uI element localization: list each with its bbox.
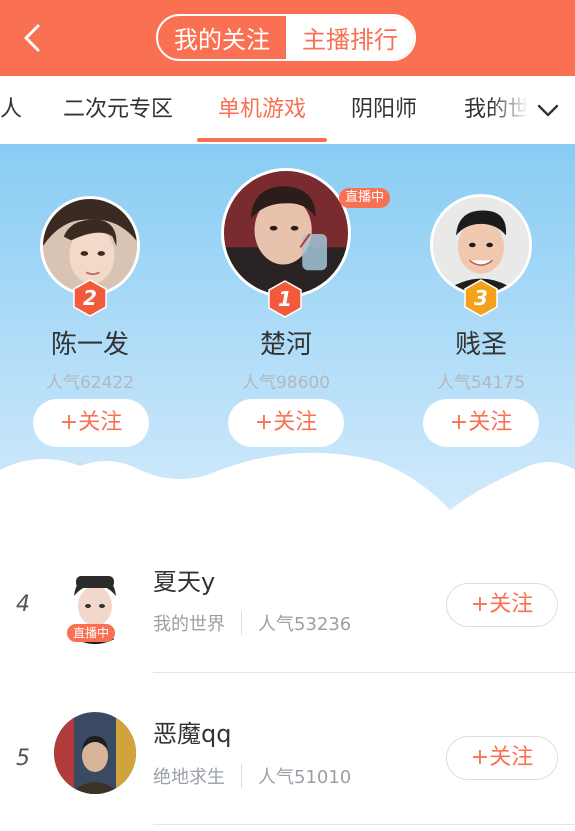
rank-number: 3 bbox=[474, 286, 488, 310]
popularity-count: 人气54175 bbox=[436, 373, 526, 393]
game-name: 我的世界 bbox=[153, 614, 225, 635]
streamer-name: 贱圣 bbox=[454, 330, 507, 360]
tab-item[interactable]: 阴阳师 bbox=[351, 76, 417, 144]
segment-following[interactable]: 我的关注 bbox=[158, 16, 286, 59]
segment-ranking[interactable]: 主播排行 bbox=[286, 16, 414, 59]
streamer-meta: 我的世界 人气53236 bbox=[153, 610, 351, 636]
popularity-count: 人气98600 bbox=[241, 373, 331, 393]
tab-item[interactable]: 人 bbox=[0, 76, 22, 144]
live-status-tag: 直播中 bbox=[67, 624, 116, 642]
streamer-name: 恶魔qq bbox=[153, 720, 232, 748]
ranking-row[interactable]: 5 恶魔qq 绝地求生 人气51010 +关注 bbox=[0, 672, 575, 825]
meta-separator bbox=[241, 611, 242, 635]
popularity-count: 人气62422 bbox=[45, 373, 135, 393]
rank-number: 4 bbox=[16, 592, 30, 617]
tab-item[interactable]: 二次元专区 bbox=[63, 76, 173, 144]
avatar-rank-1[interactable] bbox=[221, 168, 351, 298]
streamer-name: 夏天y bbox=[153, 568, 216, 596]
streamer-meta: 绝地求生 人气51010 bbox=[153, 763, 351, 789]
row-divider bbox=[153, 824, 575, 825]
streamer-name: 陈一发 bbox=[50, 330, 129, 360]
game-name: 绝地求生 bbox=[153, 767, 225, 788]
segmented-control: 我的关注 主播排行 bbox=[156, 14, 416, 61]
live-status-tag: 直播中 bbox=[339, 188, 391, 208]
back-chevron-icon[interactable] bbox=[14, 18, 54, 58]
popularity-count: 人气51010 bbox=[258, 767, 352, 788]
ranking-row[interactable]: 4 直播中 夏天y 我的世界 人气53236 +关注 bbox=[0, 520, 575, 673]
top-bar: 我的关注 主播排行 bbox=[0, 0, 575, 76]
popularity-count: 人气53236 bbox=[258, 614, 352, 635]
meta-separator bbox=[241, 764, 242, 788]
category-tabs: 人 二次元专区 单机游戏 阴阳师 我的世 bbox=[0, 76, 575, 144]
follow-button[interactable]: +关注 bbox=[446, 583, 558, 627]
rank-number: 2 bbox=[83, 286, 97, 310]
rank-number: 5 bbox=[16, 746, 30, 771]
follow-button[interactable]: +关注 bbox=[446, 736, 558, 780]
chevron-down-icon[interactable] bbox=[534, 96, 562, 124]
tab-item-active[interactable]: 单机游戏 bbox=[218, 76, 306, 144]
tab-active-indicator bbox=[197, 138, 327, 142]
avatar[interactable] bbox=[54, 712, 136, 794]
tab-fade-overlay bbox=[490, 76, 575, 144]
streamer-name: 楚河 bbox=[259, 330, 312, 360]
rank-number: 1 bbox=[278, 287, 292, 311]
